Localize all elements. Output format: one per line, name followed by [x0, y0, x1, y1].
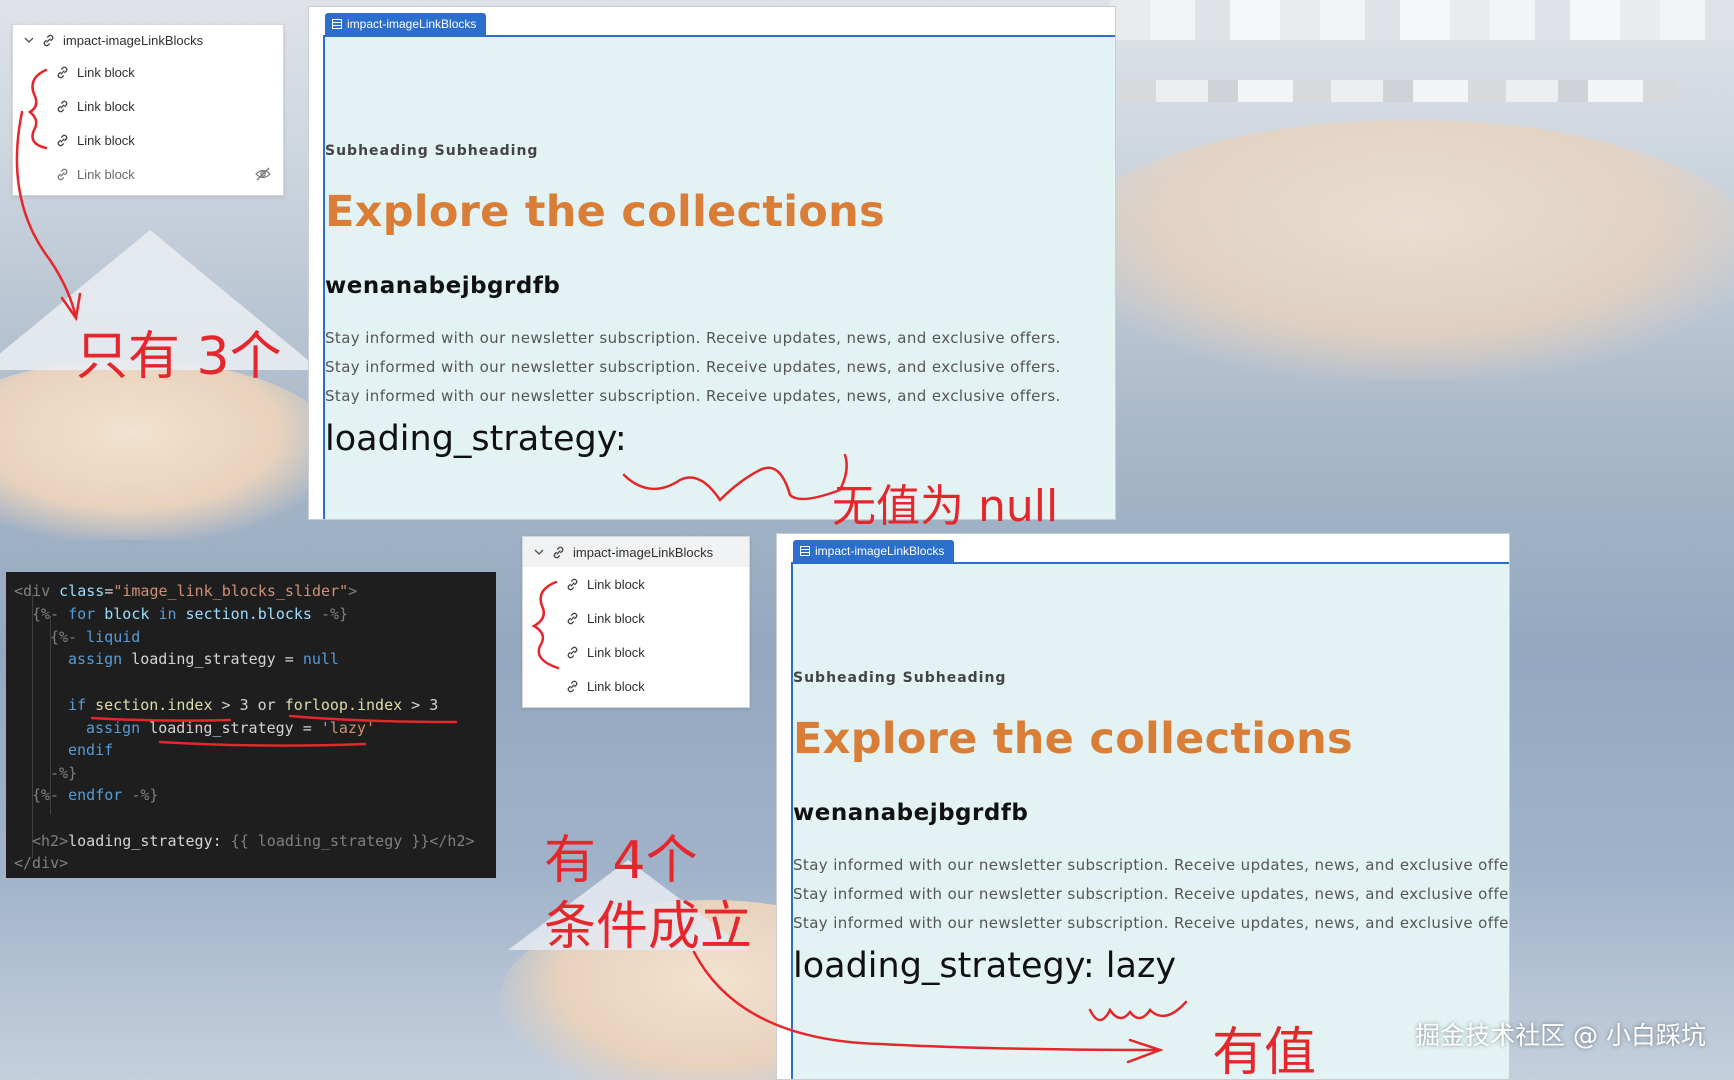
blurred-header	[1110, 0, 1734, 40]
section-tab[interactable]: impact-imageLinkBlocks	[793, 540, 955, 562]
code-line: assign loading_strategy = 'lazy'	[86, 719, 375, 737]
tree-parent-row[interactable]: impact-imageLinkBlocks	[523, 537, 749, 567]
code-line: -%}	[50, 764, 78, 782]
link-icon	[43, 34, 54, 46]
tree-item-link-block-hidden[interactable]: Link block	[13, 157, 283, 191]
code-line: {%- endfor -%}	[32, 786, 159, 804]
paragraph: Stay informed with our newsletter subscr…	[325, 358, 1061, 376]
code-line: {%- for block in section.blocks -%}	[32, 605, 349, 623]
preview-canvas: Subheading Subheading Explore the collec…	[323, 35, 1115, 519]
section-tab[interactable]: impact-imageLinkBlocks	[325, 13, 487, 35]
section-tab-label: impact-imageLinkBlocks	[347, 17, 477, 31]
collection-title: Explore the collections	[793, 714, 1353, 764]
annotation-only-three: 只有 3个	[76, 327, 282, 387]
top-preview-frame: impact-imageLinkBlocks Subheading Subhea…	[308, 6, 1116, 520]
link-icon	[57, 134, 68, 146]
section-icon	[332, 19, 342, 29]
section-icon	[800, 546, 810, 556]
link-icon	[553, 546, 564, 558]
code-line: endif	[68, 741, 114, 759]
link-icon	[567, 612, 578, 624]
link-icon	[57, 66, 68, 78]
annotation-null: 无值为 null	[832, 481, 1059, 532]
tree-item-link-block[interactable]: Link block	[523, 669, 749, 703]
code-line: <div class="image_link_blocks_slider">	[14, 582, 358, 600]
paragraph: Stay informed with our newsletter subscr…	[325, 329, 1061, 347]
indent-guide	[32, 594, 33, 858]
tree-item-label: Link block	[587, 610, 645, 626]
blurred-row	[1118, 80, 1678, 102]
tree-item-link-block[interactable]: Link block	[13, 89, 283, 123]
paragraph: Stay informed with our newsletter subscr…	[793, 885, 1509, 903]
paragraph: Stay informed with our newsletter subscr…	[793, 856, 1509, 874]
tree-item-link-block[interactable]: Link block	[523, 635, 749, 669]
subheading: Subheading Subheading	[793, 670, 1007, 686]
collection-subtitle: wenanabejbgrdfb	[793, 800, 1029, 826]
paragraph: Stay informed with our newsletter subscr…	[793, 914, 1509, 932]
top-block-tree: impact-imageLinkBlocks Link block Link b…	[12, 24, 284, 196]
section-tab-label: impact-imageLinkBlocks	[815, 544, 945, 558]
code-line: if section.index > 3 or forloop.index > …	[68, 696, 439, 714]
tree-parent-row[interactable]: impact-imageLinkBlocks	[13, 25, 283, 55]
link-icon	[567, 680, 578, 692]
subheading: Subheading Subheading	[325, 143, 539, 159]
eye-hidden-icon[interactable]	[255, 167, 271, 181]
code-editor: <div class="image_link_blocks_slider"> {…	[6, 572, 496, 878]
tree-parent-label: impact-imageLinkBlocks	[573, 544, 714, 560]
link-icon	[57, 168, 68, 180]
watermark: 掘金技术社区 @ 小白踩坑	[1415, 1021, 1706, 1050]
code-line: assign loading_strategy = null	[68, 650, 339, 668]
link-icon	[57, 100, 68, 112]
tree-item-label: Link block	[587, 678, 645, 694]
tree-item-label: Link block	[587, 644, 645, 660]
code-line: <h2>loading_strategy: {{ loading_strateg…	[32, 832, 475, 850]
tree-parent-label: impact-imageLinkBlocks	[63, 32, 204, 48]
tree-item-link-block[interactable]: Link block	[13, 55, 283, 89]
tree-item-label: Link block	[77, 132, 135, 148]
chevron-down-icon[interactable]	[23, 34, 35, 46]
code-line: {%- liquid	[50, 628, 141, 646]
annotation-has-value: 有值	[1212, 1023, 1317, 1080]
tree-item-label: Link block	[77, 64, 135, 80]
loading-strategy-heading: loading_strategy: lazy	[793, 946, 1177, 986]
tree-item-link-block[interactable]: Link block	[523, 567, 749, 601]
tree-item-label: Link block	[587, 576, 645, 592]
sand-dune-mid	[1060, 120, 1734, 380]
link-icon	[567, 646, 578, 658]
code-line: </div>	[14, 854, 69, 872]
tree-item-label: Link block	[77, 166, 135, 182]
annotation-four-true-1: 有 4个	[544, 831, 698, 891]
tree-item-link-block[interactable]: Link block	[13, 123, 283, 157]
loading-strategy-heading: loading_strategy:	[325, 419, 627, 459]
annotation-four-true-2: 条件成立	[544, 897, 753, 957]
link-icon	[567, 578, 578, 590]
tree-item-link-block[interactable]: Link block	[523, 601, 749, 635]
collection-subtitle: wenanabejbgrdfb	[325, 273, 561, 299]
chevron-down-icon[interactable]	[533, 546, 545, 558]
preview-canvas: Subheading Subheading Explore the collec…	[791, 562, 1509, 1079]
tree-item-label: Link block	[77, 98, 135, 114]
bottom-block-tree: impact-imageLinkBlocks Link block Link b…	[522, 536, 750, 708]
bottom-preview-frame: impact-imageLinkBlocks Subheading Subhea…	[776, 533, 1510, 1080]
collection-title: Explore the collections	[325, 187, 885, 237]
paragraph: Stay informed with our newsletter subscr…	[325, 387, 1061, 405]
